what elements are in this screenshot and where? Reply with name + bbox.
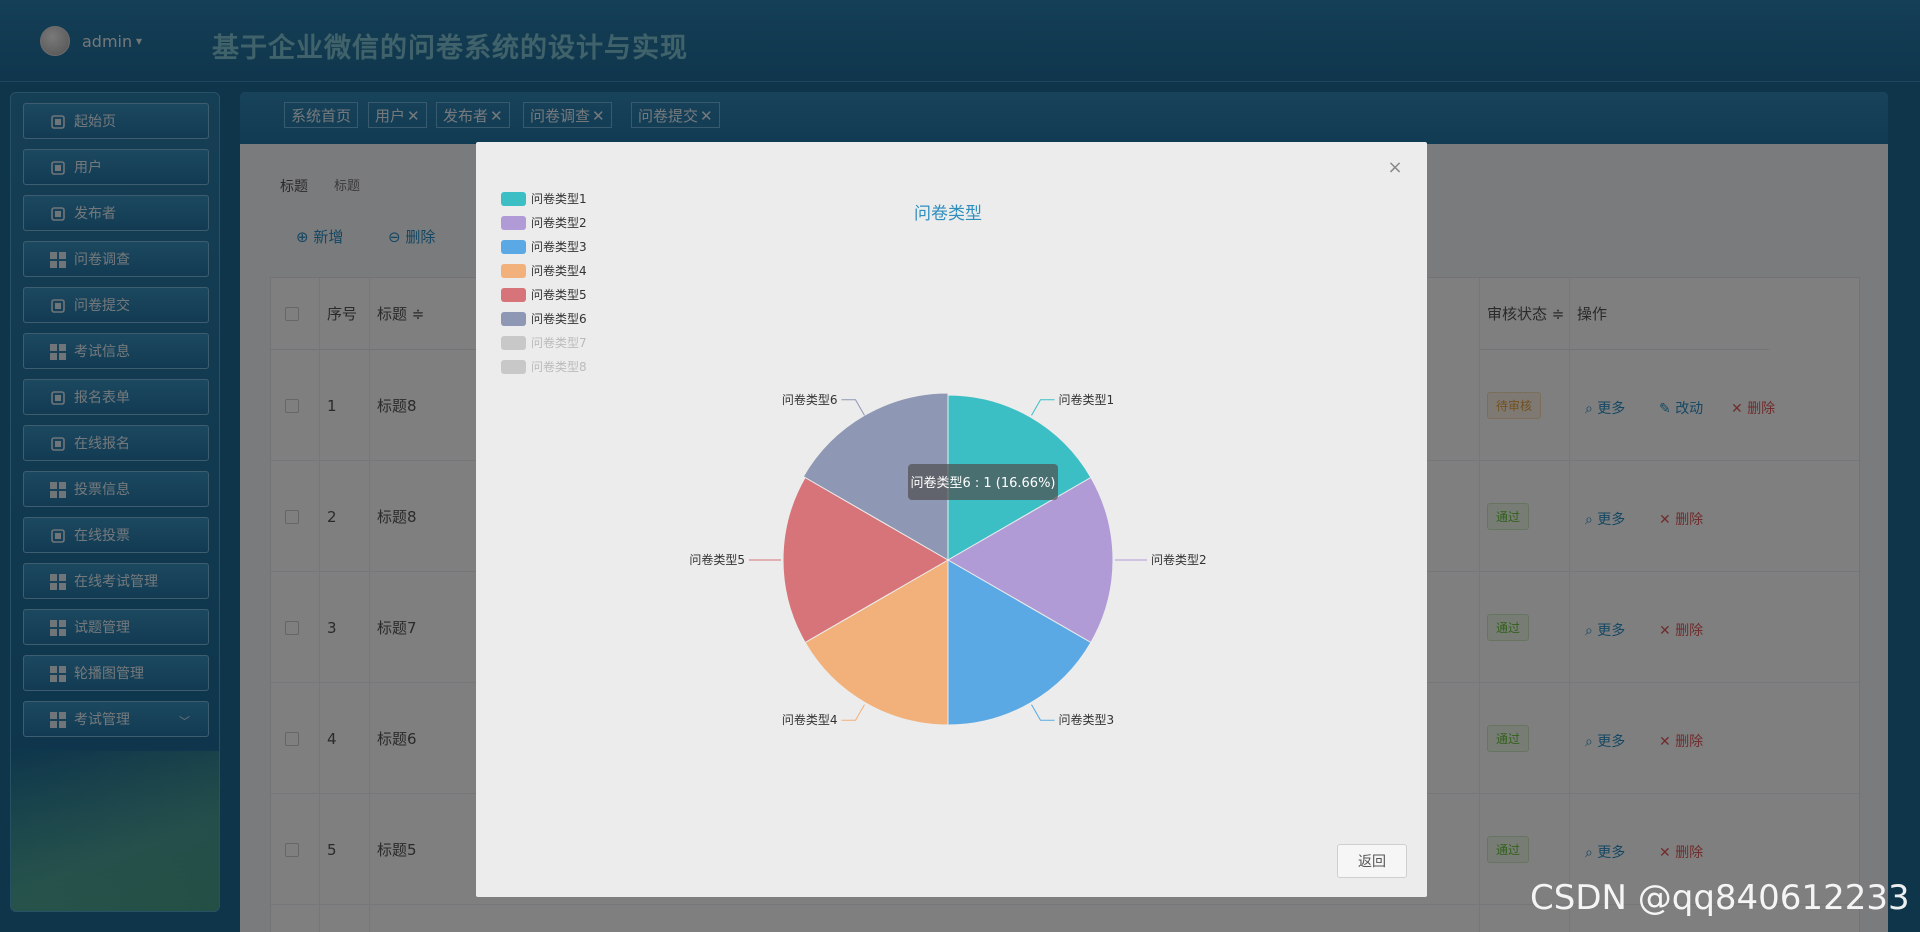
legend-swatch[interactable] [501, 264, 526, 278]
slice-label: 问卷类型2 [1151, 552, 1207, 567]
legend-label[interactable]: 问卷类型8 [531, 359, 587, 374]
legend-label[interactable]: 问卷类型3 [531, 239, 587, 254]
label-leader-line [1031, 704, 1055, 721]
label-leader-line [841, 399, 865, 416]
slice-label: 问卷类型1 [1059, 392, 1115, 407]
label-leader-line [841, 704, 865, 721]
legend-label[interactable]: 问卷类型1 [531, 191, 587, 206]
pie-chart: 问卷类型问卷类型1问卷类型2问卷类型3问卷类型4问卷类型5问卷类型6问卷类型7问… [501, 191, 1207, 727]
legend-label[interactable]: 问卷类型6 [531, 311, 587, 326]
legend-swatch[interactable] [501, 192, 526, 206]
legend-label[interactable]: 问卷类型2 [531, 215, 587, 230]
legend-swatch[interactable] [501, 336, 526, 350]
chart-title: 问卷类型 [914, 204, 982, 224]
legend-label[interactable]: 问卷类型5 [531, 287, 587, 302]
slice-label: 问卷类型6 [782, 392, 838, 407]
legend-swatch[interactable] [501, 240, 526, 254]
legend-label[interactable]: 问卷类型7 [531, 335, 587, 350]
slice-label: 问卷类型4 [782, 712, 838, 727]
chart-tooltip-text: 问卷类型6 : 1 (16.66%) [910, 475, 1055, 491]
back-button[interactable]: 返回 [1337, 844, 1407, 878]
chart-dialog: × 问卷类型 问卷类型1 问卷类型2 问卷类型3 问卷类型4 问卷类型5 问卷类型6 问卷类型… [476, 142, 1427, 897]
legend-swatch[interactable] [501, 360, 526, 374]
legend-swatch[interactable] [501, 216, 526, 230]
slice-label: 问卷类型3 [1059, 712, 1115, 727]
label-leader-line [1031, 399, 1055, 416]
slice-label: 问卷类型5 [689, 552, 745, 567]
legend-swatch[interactable] [501, 312, 526, 326]
legend-label[interactable]: 问卷类型4 [531, 263, 587, 278]
csdn-watermark: CSDN @qq840612233 [1530, 878, 1910, 918]
legend-swatch[interactable] [501, 288, 526, 302]
